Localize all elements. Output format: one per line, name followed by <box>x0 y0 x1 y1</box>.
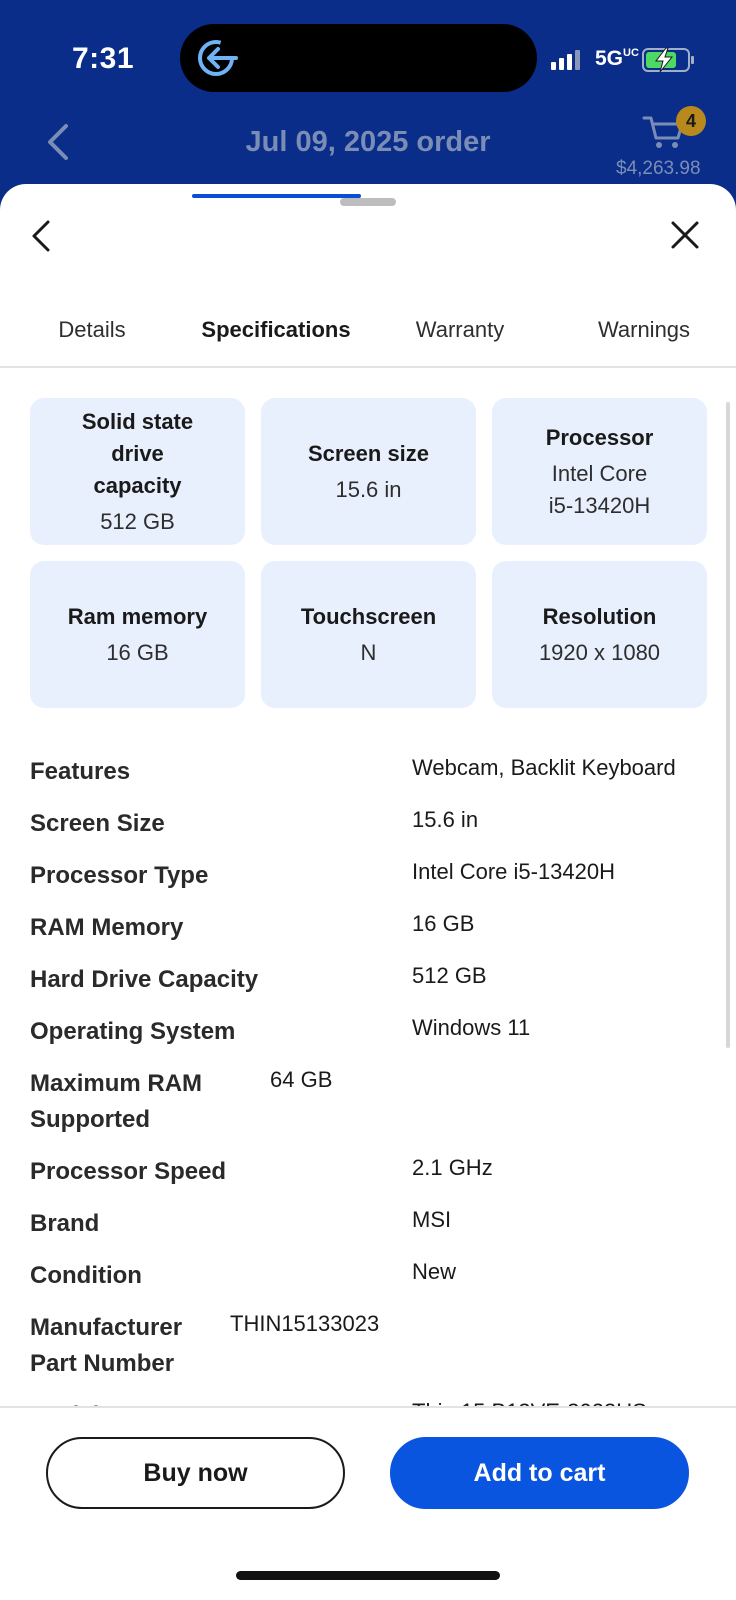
spec-row: Manufacturer Part Number THIN15133023 <box>30 1308 710 1382</box>
spec-value: 64 GB <box>270 1067 333 1092</box>
spec-card-title: Solid state drive capacity <box>81 408 194 498</box>
spec-card-value: 1920 x 1080 <box>538 639 661 665</box>
spec-value: Intel Core i5-13420H <box>412 859 616 884</box>
close-icon[interactable] <box>670 220 700 250</box>
spec-label: Processor Type <box>30 862 209 889</box>
spec-row: RAM Memory 16 GB <box>30 908 710 946</box>
sheet-grabber[interactable] <box>340 198 396 206</box>
spec-label: Maximum RAM Supported <box>30 1070 203 1133</box>
spec-row: Brand MSI <box>30 1204 710 1242</box>
spec-label: Screen Size <box>30 810 165 837</box>
spec-summary-cards: Solid state drive capacity 512 GB Screen… <box>30 398 707 708</box>
spec-value: New <box>412 1259 457 1284</box>
scrollbar[interactable] <box>726 402 730 1048</box>
back-arrow-circle-icon <box>198 40 238 76</box>
spec-card-title: Ram memory <box>67 603 208 629</box>
spec-row: Condition New <box>30 1256 710 1294</box>
spec-card-value: 512 GB <box>100 508 175 534</box>
spec-value: 512 GB <box>412 963 487 988</box>
spec-value: MSI <box>412 1207 452 1232</box>
spec-card: Processor Intel Core i5-13420H <box>492 398 707 545</box>
spec-row: Hard Drive Capacity 512 GB <box>30 960 710 998</box>
spec-card-title: Screen size <box>307 440 430 466</box>
spec-card: Ram memory 16 GB <box>30 561 245 708</box>
spec-card: Resolution 1920 x 1080 <box>492 561 707 708</box>
spec-label: Processor Speed <box>30 1158 227 1185</box>
spec-label: Hard Drive Capacity <box>30 966 259 993</box>
tab-warnings[interactable]: Warnings <box>570 312 718 368</box>
home-indicator <box>236 1571 500 1580</box>
spec-label: Features <box>30 758 131 785</box>
spec-card-value: 16 GB <box>106 639 169 665</box>
status-time: 7:31 <box>72 42 135 75</box>
sheet-back-icon[interactable] <box>26 214 56 254</box>
spec-row: Processor Speed 2.1 GHz <box>30 1152 710 1190</box>
spec-card-title: Touchscreen <box>300 603 437 629</box>
spec-row: Processor Type Intel Core i5-13420H <box>30 856 710 894</box>
spec-list: Features Webcam, Backlit Keyboard Screen… <box>30 752 710 1448</box>
spec-value: Webcam, Backlit Keyboard <box>412 755 676 780</box>
battery-charging-icon <box>642 47 694 73</box>
spec-row: Features Webcam, Backlit Keyboard <box>30 752 710 790</box>
cart-count-badge: 4 <box>676 106 706 136</box>
spec-label: RAM Memory <box>30 914 184 941</box>
spec-card-value: 15.6 in <box>335 476 402 502</box>
spec-label: Operating System <box>30 1018 236 1045</box>
spec-card: Screen size 15.6 in <box>261 398 476 545</box>
spec-value: 2.1 GHz <box>412 1155 493 1180</box>
cart-total: $4,263.98 <box>616 158 701 179</box>
tab-details[interactable]: Details <box>20 312 164 368</box>
spec-card-title: Resolution <box>542 603 657 629</box>
spec-label: Condition <box>30 1262 142 1289</box>
spec-card-value: N <box>360 639 377 665</box>
spec-value: 16 GB <box>412 911 475 936</box>
spec-card: Touchscreen N <box>261 561 476 708</box>
network-type: 5GUC <box>595 47 639 70</box>
add-to-cart-button[interactable]: Add to cart <box>390 1437 689 1509</box>
active-tab-indicator <box>192 194 361 198</box>
tab-bar: Details Specifications Warranty Warnings <box>0 312 736 368</box>
spec-card-value: Intel Core i5-13420H <box>548 460 651 518</box>
spec-value: 15.6 in <box>412 807 479 832</box>
spec-row: Screen Size 15.6 in <box>30 804 710 842</box>
cellular-signal-icon <box>551 50 580 70</box>
order-title: Jul 09, 2025 order <box>245 126 491 158</box>
tab-specifications[interactable]: Specifications <box>188 312 364 368</box>
spec-label: Manufacturer Part Number <box>30 1314 183 1377</box>
spec-value: THIN15133023 <box>230 1311 380 1336</box>
tab-warranty[interactable]: Warranty <box>388 312 532 368</box>
spec-card-title: Processor <box>545 424 654 450</box>
spec-label: Brand <box>30 1210 100 1237</box>
spec-card: Solid state drive capacity 512 GB <box>30 398 245 545</box>
spec-row: Maximum RAM Supported 64 GB <box>30 1064 710 1138</box>
buy-now-button[interactable]: Buy now <box>46 1437 345 1509</box>
spec-value: Windows 11 <box>412 1015 531 1040</box>
dynamic-island <box>180 24 537 92</box>
spec-row: Operating System Windows 11 <box>30 1012 710 1050</box>
